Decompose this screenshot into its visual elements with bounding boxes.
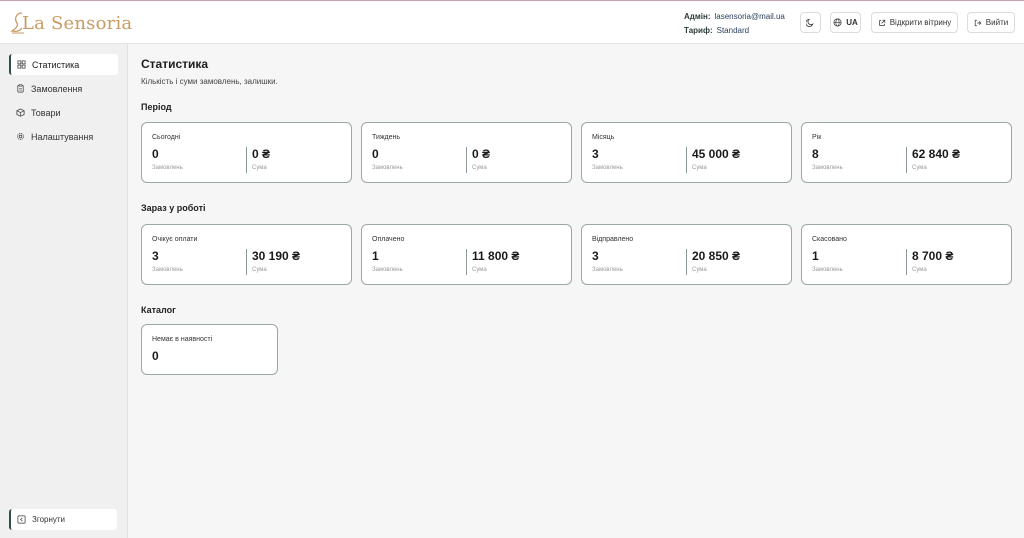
sidebar-item-orders[interactable]: Замовлення bbox=[9, 78, 118, 99]
divider bbox=[246, 147, 247, 173]
sum-caption: Сума bbox=[912, 267, 927, 273]
card-label: Скасовано bbox=[812, 236, 847, 243]
gear-icon bbox=[17, 133, 24, 140]
clipboard-icon bbox=[17, 84, 24, 93]
moon-icon bbox=[806, 18, 814, 27]
stat-card-paid: Оплачено 1 Замовлень 11 800 ₴ Сума bbox=[361, 224, 572, 285]
sidebar-item-settings[interactable]: Налаштування bbox=[9, 126, 118, 147]
card-label: Сьогодні bbox=[152, 134, 181, 141]
logout-button[interactable]: Вийти bbox=[967, 12, 1015, 33]
sum-caption: Сума bbox=[692, 267, 707, 273]
orders-count: 8 bbox=[812, 147, 819, 161]
card-label: Немає в наявності bbox=[152, 336, 213, 343]
section-title-period: Період bbox=[141, 102, 172, 112]
open-store-button[interactable]: Відкрити вітрину bbox=[871, 12, 958, 33]
sidebar-item-label: Замовлення bbox=[31, 83, 83, 94]
sidebar-item-label: Статистика bbox=[32, 59, 80, 70]
out-of-stock-count: 0 bbox=[152, 349, 159, 363]
card-label: Оплачено bbox=[372, 236, 405, 243]
orders-count: 3 bbox=[592, 147, 599, 161]
divider bbox=[686, 249, 687, 275]
collapse-sidebar-button[interactable]: Згорнути bbox=[9, 509, 117, 530]
logo-text: La Sensoria bbox=[22, 13, 133, 34]
orders-caption: Замовлень bbox=[372, 267, 403, 273]
orders-count: 3 bbox=[152, 249, 159, 263]
sum-caption: Сума bbox=[692, 165, 707, 171]
sum-value: 11 800 ₴ bbox=[472, 249, 520, 263]
sidebar-item-label: Налаштування bbox=[31, 131, 94, 142]
top-header: La Sensoria Адмін: lasensoria@mail.ua Та… bbox=[0, 1, 1024, 44]
sum-value: 20 850 ₴ bbox=[692, 249, 741, 263]
sidebar-item-products[interactable]: Товари bbox=[9, 102, 118, 123]
card-label: Тиждень bbox=[372, 134, 401, 141]
box-icon bbox=[16, 108, 25, 117]
divider bbox=[906, 147, 907, 173]
logout-label: Вийти bbox=[985, 18, 1009, 27]
sidebar: Статистика Замовлення Товари Налаштуванн… bbox=[0, 44, 128, 538]
card-label: Місяць bbox=[592, 134, 615, 141]
admin-label: Адмін: bbox=[684, 12, 711, 21]
plan-label: Тариф: bbox=[684, 26, 713, 35]
orders-count: 0 bbox=[152, 147, 159, 161]
sidebar-item-statistics[interactable]: Статистика bbox=[9, 54, 118, 75]
orders-caption: Замовлень bbox=[812, 267, 843, 273]
sum-caption: Сума bbox=[252, 267, 267, 273]
sum-value: 8 700 ₴ bbox=[912, 249, 954, 263]
orders-caption: Замовлень bbox=[592, 267, 623, 273]
globe-icon bbox=[833, 18, 842, 27]
plan-value: Standard bbox=[716, 26, 750, 35]
divider bbox=[466, 249, 467, 275]
orders-count: 3 bbox=[592, 249, 599, 263]
sum-value: 0 ₴ bbox=[472, 147, 491, 161]
section-title-catalog: Каталог bbox=[141, 305, 176, 315]
card-label: Рік bbox=[812, 134, 822, 141]
stat-card-cancelled: Скасовано 1 Замовлень 8 700 ₴ Сума bbox=[801, 224, 1012, 285]
stat-card-year: Рік 8 Замовлень 62 840 ₴ Сума bbox=[801, 122, 1012, 183]
sum-value: 0 ₴ bbox=[252, 147, 271, 161]
open-store-label: Відкрити вітрину bbox=[889, 18, 952, 27]
orders-count: 0 bbox=[372, 147, 379, 161]
orders-caption: Замовлень bbox=[372, 165, 403, 171]
orders-caption: Замовлень bbox=[152, 165, 183, 171]
sum-caption: Сума bbox=[472, 267, 487, 273]
sum-caption: Сума bbox=[252, 165, 267, 171]
sum-value: 30 190 ₴ bbox=[252, 249, 301, 263]
orders-caption: Замовлень bbox=[592, 165, 623, 171]
stat-card-today: Сьогодні 0 Замовлень 0 ₴ Сума bbox=[141, 122, 352, 183]
section-title-in-progress: Зараз у роботі bbox=[141, 203, 206, 213]
orders-caption: Замовлень bbox=[152, 267, 183, 273]
sidebar-item-label: Товари bbox=[31, 107, 61, 118]
account-meta: Адмін: lasensoria@mail.ua Тариф: Standar… bbox=[684, 10, 785, 38]
admin-email: lasensoria@mail.ua bbox=[714, 12, 785, 21]
orders-caption: Замовлень bbox=[812, 165, 843, 171]
external-link-icon bbox=[878, 19, 885, 26]
divider bbox=[466, 147, 467, 173]
dashboard-icon bbox=[17, 60, 26, 69]
sum-caption: Сума bbox=[472, 165, 487, 171]
language-button[interactable]: UA bbox=[830, 12, 861, 33]
divider bbox=[686, 147, 687, 173]
language-label: UA bbox=[846, 18, 858, 27]
brand-logo[interactable]: La Sensoria bbox=[10, 9, 132, 35]
page-subtitle: Кількість і суми замовлень, залишки. bbox=[141, 77, 278, 86]
divider bbox=[246, 249, 247, 275]
logout-icon bbox=[974, 19, 982, 26]
theme-toggle-button[interactable] bbox=[800, 12, 821, 33]
stat-card-week: Тиждень 0 Замовлень 0 ₴ Сума bbox=[361, 122, 572, 183]
stat-card-month: Місяць 3 Замовлень 45 000 ₴ Сума bbox=[581, 122, 792, 183]
orders-count: 1 bbox=[372, 249, 379, 263]
collapse-label: Згорнути bbox=[32, 515, 66, 524]
sum-value: 62 840 ₴ bbox=[912, 147, 961, 161]
stat-card-awaiting-payment: Очікує оплати 3 Замовлень 30 190 ₴ Сума bbox=[141, 224, 352, 285]
card-label: Очікує оплати bbox=[152, 236, 198, 243]
divider bbox=[906, 249, 907, 275]
collapse-panel-icon bbox=[17, 515, 26, 524]
page-title: Статистика bbox=[141, 57, 209, 71]
stat-card-shipped: Відправлено 3 Замовлень 20 850 ₴ Сума bbox=[581, 224, 792, 285]
orders-count: 1 bbox=[812, 249, 819, 263]
sum-value: 45 000 ₴ bbox=[692, 147, 741, 161]
card-label: Відправлено bbox=[592, 236, 634, 243]
sum-caption: Сума bbox=[912, 165, 927, 171]
stat-card-out-of-stock: Немає в наявності 0 bbox=[141, 324, 278, 375]
